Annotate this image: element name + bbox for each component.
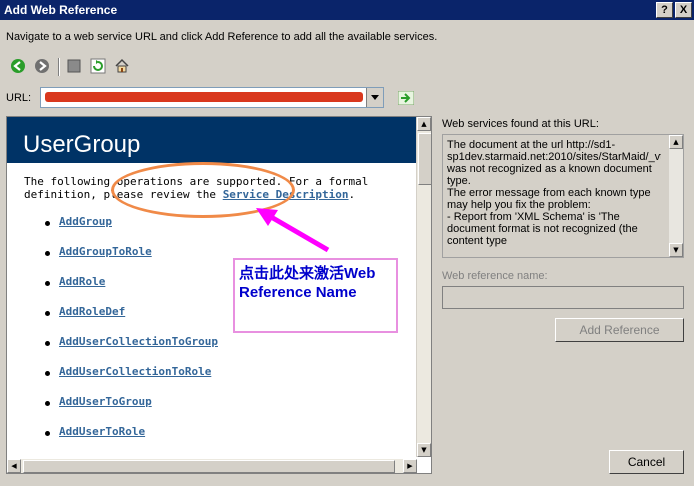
operation-link[interactable]: AddRole (59, 275, 105, 288)
home-icon (115, 58, 129, 73)
hscroll-thumb[interactable] (23, 460, 395, 473)
browser-vertical-scrollbar[interactable]: ▲ ▼ (416, 117, 431, 457)
page-header: UserGroup (7, 117, 417, 163)
annotation-arrow (256, 208, 330, 253)
stop-button[interactable] (64, 56, 84, 76)
redacted-url-scribble (45, 92, 363, 102)
back-button[interactable] (8, 56, 28, 76)
home-button[interactable] (112, 56, 132, 76)
operation-link[interactable]: AddGroup (59, 215, 112, 228)
annotation-callout: 点击此处来激活Web Reference Name (233, 258, 398, 333)
operations-list: AddGroup AddGroupToRole AddRole AddRoleD… (45, 215, 218, 455)
forward-button[interactable] (32, 56, 52, 76)
list-item: AddGroupToRole (45, 245, 218, 275)
back-icon (11, 59, 25, 73)
web-reference-name-input[interactable] (442, 286, 684, 309)
list-item: AddUserCollectionToGroup (45, 335, 218, 365)
scroll-down-button[interactable]: ▼ (417, 443, 431, 457)
list-item: AddUserToGroup (45, 395, 218, 425)
scroll-thumb[interactable] (418, 133, 431, 185)
scroll-down-button[interactable]: ▼ (669, 243, 683, 257)
url-label: URL: (6, 92, 32, 104)
operation-link[interactable]: AddGroupToRole (59, 245, 152, 258)
list-item: AddGroup (45, 215, 218, 245)
services-scrollbar[interactable]: ▲ ▼ (669, 135, 683, 257)
cancel-button[interactable]: Cancel (609, 450, 684, 474)
page-title: UserGroup (23, 131, 141, 158)
scroll-up-button[interactable]: ▲ (669, 135, 683, 149)
url-input[interactable] (40, 87, 384, 108)
title-bar: Add Web Reference ? X (0, 0, 694, 20)
list-item: AddRoleDef (45, 305, 218, 335)
scroll-up-button[interactable]: ▲ (417, 117, 431, 131)
close-button[interactable]: X (675, 2, 692, 18)
toolbar-separator (58, 58, 60, 76)
services-found-text: The document at the url http://sd1-sp1de… (447, 139, 661, 247)
scroll-right-button[interactable]: ▶ (403, 459, 417, 473)
operation-link[interactable]: AddUserToRole (59, 425, 145, 438)
scroll-left-button[interactable]: ◀ (7, 459, 21, 473)
help-button[interactable]: ? (656, 2, 673, 18)
operation-link[interactable]: AddUserCollectionToGroup (59, 335, 218, 348)
stop-icon (67, 59, 81, 73)
window-title: Add Web Reference (4, 3, 118, 17)
services-found-box: The document at the url http://sd1-sp1de… (442, 134, 684, 258)
operation-link[interactable]: AddRoleDef (59, 305, 125, 318)
add-reference-button[interactable]: Add Reference (555, 318, 684, 342)
list-item: AddRole (45, 275, 218, 305)
operation-link[interactable]: AddUserCollectionToRole (59, 365, 211, 378)
browser-horizontal-scrollbar[interactable]: ◀ ▶ (7, 459, 417, 473)
forward-icon (35, 59, 49, 73)
intro-suffix: . (348, 188, 356, 201)
refresh-icon (90, 58, 106, 74)
go-arrow-icon (397, 90, 415, 106)
callout-text: 点击此处来激活Web Reference Name (239, 265, 376, 301)
operation-link[interactable]: AddUserToGroup (59, 395, 152, 408)
instructions-text: Navigate to a web service URL and click … (6, 31, 438, 43)
list-item: AddUserToRole (45, 425, 218, 455)
chevron-down-icon (371, 95, 379, 100)
services-found-label: Web services found at this URL: (442, 118, 599, 130)
web-reference-name-label: Web reference name: (442, 270, 548, 282)
refresh-button[interactable] (88, 56, 108, 76)
list-item: AddUserCollectionToRole (45, 365, 218, 395)
go-button[interactable] (397, 90, 415, 106)
url-dropdown-button[interactable] (366, 88, 383, 107)
